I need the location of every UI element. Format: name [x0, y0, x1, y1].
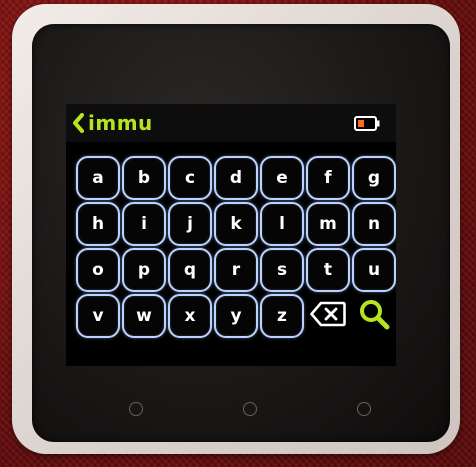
key-u[interactable]: u — [352, 248, 396, 292]
key-q[interactable]: q — [168, 248, 212, 292]
page-title: immu — [88, 111, 153, 135]
key-d[interactable]: d — [214, 156, 258, 200]
backspace-icon — [310, 301, 346, 331]
key-s[interactable]: s — [260, 248, 304, 292]
key-t[interactable]: t — [306, 248, 350, 292]
hardware-button-a[interactable] — [129, 402, 143, 416]
key-w[interactable]: w — [122, 294, 166, 338]
key-v[interactable]: v — [76, 294, 120, 338]
hardware-button-c[interactable] — [357, 402, 371, 416]
key-i[interactable]: i — [122, 202, 166, 246]
key-a[interactable]: a — [76, 156, 120, 200]
key-h[interactable]: h — [76, 202, 120, 246]
key-p[interactable]: p — [122, 248, 166, 292]
key-k[interactable]: k — [214, 202, 258, 246]
key-b[interactable]: b — [122, 156, 166, 200]
lcd-screen: immu a b c d e f g h i j k l m n o p q r… — [66, 104, 396, 366]
key-y[interactable]: y — [214, 294, 258, 338]
key-n[interactable]: n — [352, 202, 396, 246]
key-o[interactable]: o — [76, 248, 120, 292]
back-button[interactable]: immu — [72, 110, 153, 136]
key-f[interactable]: f — [306, 156, 350, 200]
key-l[interactable]: l — [260, 202, 304, 246]
hardware-buttons — [32, 396, 450, 426]
header-bar: immu — [66, 104, 396, 142]
key-e[interactable]: e — [260, 156, 304, 200]
key-c[interactable]: c — [168, 156, 212, 200]
key-j[interactable]: j — [168, 202, 212, 246]
search-button[interactable] — [352, 294, 396, 338]
battery-low-icon — [354, 116, 380, 131]
key-m[interactable]: m — [306, 202, 350, 246]
backspace-button[interactable] — [306, 294, 350, 338]
key-r[interactable]: r — [214, 248, 258, 292]
key-z[interactable]: z — [260, 294, 304, 338]
search-icon — [358, 298, 390, 334]
key-g[interactable]: g — [352, 156, 396, 200]
key-x[interactable]: x — [168, 294, 212, 338]
chevron-left-icon — [72, 113, 84, 133]
hardware-button-b[interactable] — [243, 402, 257, 416]
